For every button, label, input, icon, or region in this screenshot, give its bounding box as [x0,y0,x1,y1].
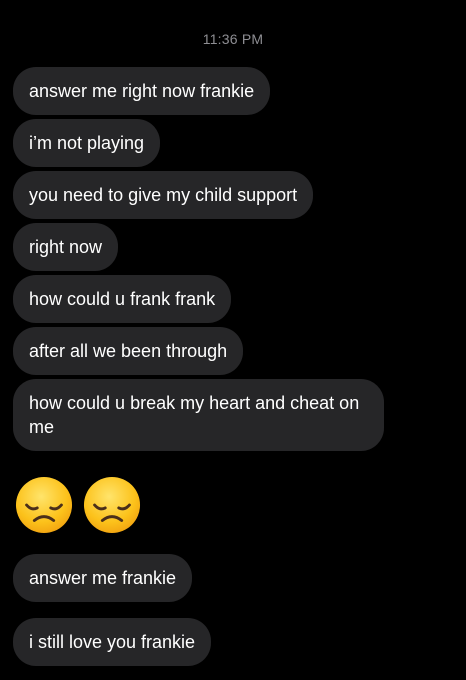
message-bubble[interactable]: how could u break my heart and cheat on … [13,379,384,451]
message-timestamp: 11:36 PM [202,31,264,47]
disappointed-face-emoji-icon [83,476,141,534]
message-bubble[interactable]: after all we been through [13,327,244,375]
message-bubble[interactable]: answer me right now frankie [13,67,271,115]
message-bubble[interactable]: i still love you frankie [13,618,212,666]
message-bubble[interactable]: i’m not playing [13,119,161,167]
message-bubble[interactable]: you need to give my child support [13,171,314,219]
message-bubble[interactable]: right now [13,223,119,271]
disappointed-face-emoji-icon [15,476,73,534]
message-thread: answer me right now frankie i’m not play… [13,67,453,666]
emoji-message[interactable] [15,476,453,536]
message-bubble[interactable]: how could u frank frank [13,275,232,323]
message-bubble[interactable]: answer me frankie [13,554,193,602]
